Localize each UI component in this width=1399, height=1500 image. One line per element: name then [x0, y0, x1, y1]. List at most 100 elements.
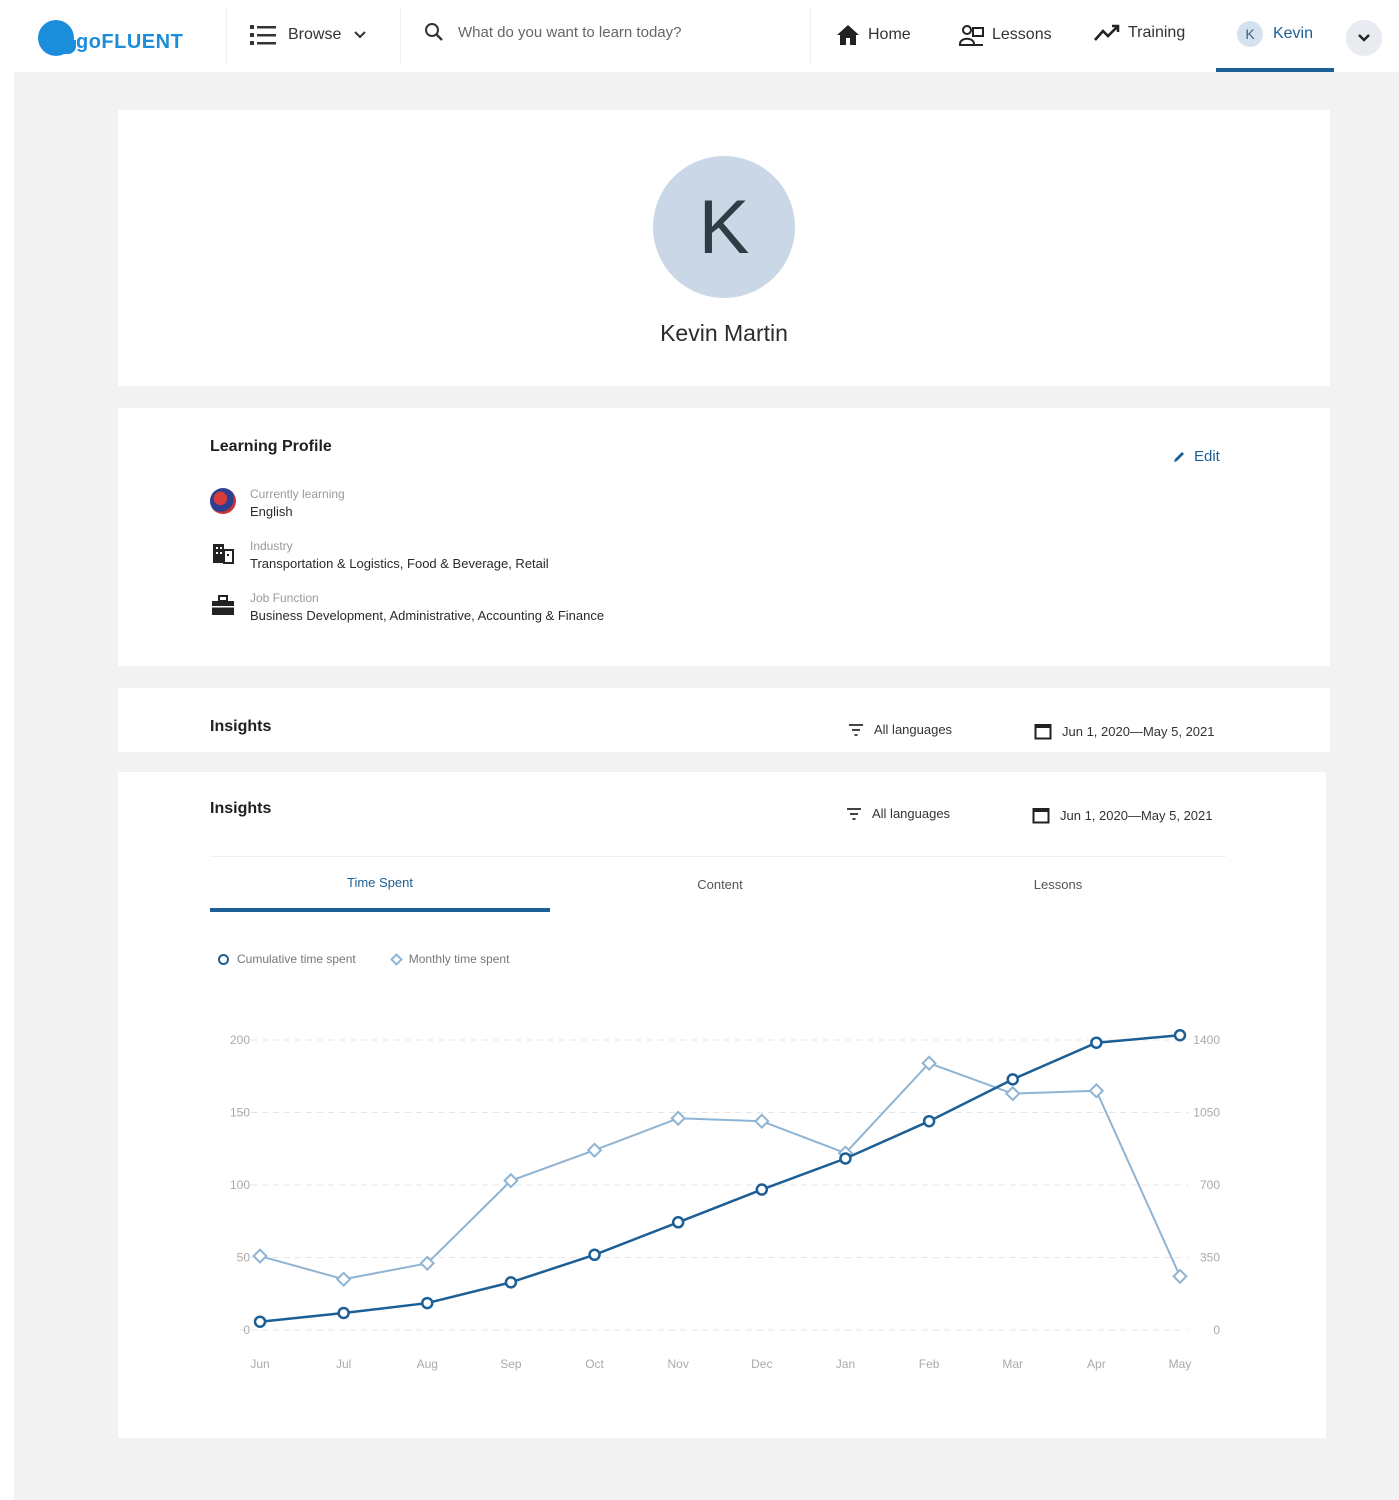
- flag-icon: [210, 488, 236, 514]
- search-bar: [424, 22, 804, 42]
- language-filter-label: All languages: [874, 722, 953, 737]
- x-tick-label: May: [1169, 1357, 1192, 1371]
- account-dropdown-button[interactable]: [1346, 20, 1382, 56]
- x-tick-label: Aug: [417, 1357, 438, 1371]
- y-right-tick-label: 350: [1200, 1251, 1220, 1265]
- cumulative-point: [755, 1183, 769, 1196]
- trending-up-icon: [1094, 24, 1120, 41]
- y-right-tick-label: 1400: [1193, 1033, 1220, 1047]
- x-tick-label: Jun: [250, 1357, 269, 1371]
- y-left-tick-label: 200: [230, 1033, 250, 1047]
- nav-divider: [400, 8, 401, 64]
- x-tick-label: Mar: [1002, 1357, 1023, 1371]
- x-tick-label: Dec: [751, 1357, 772, 1371]
- cumulative-point: [671, 1216, 685, 1229]
- insights-strip-title: Insights: [210, 718, 272, 735]
- nav-training-label: Training: [1128, 24, 1186, 41]
- list-icon: [250, 25, 276, 45]
- pencil-icon: [1174, 451, 1184, 462]
- x-tick-label: Nov: [668, 1357, 689, 1371]
- building-icon: [210, 540, 236, 566]
- learning-profile-title: Learning Profile: [210, 438, 332, 455]
- monthly-series-line: [259, 1062, 1181, 1281]
- time-spent-chart: 0 50 100 150 200 0 350 700 1050 1400 Jun Jul Aug Sep O…: [230, 1028, 1220, 1371]
- chevron-down-icon: [354, 31, 367, 39]
- lp-label: Currently learning: [250, 487, 345, 501]
- y-right-tick-label: 700: [1200, 1178, 1220, 1192]
- lp-value: English: [250, 504, 293, 519]
- briefcase-icon: [210, 592, 236, 618]
- cumulative-point: [922, 1114, 936, 1128]
- monthly-point: [586, 1142, 603, 1158]
- y-right-tick-label: 1050: [1193, 1106, 1220, 1120]
- y-left-tick-label: 50: [237, 1251, 251, 1265]
- language-filter[interactable]: All languages: [848, 722, 952, 737]
- user-avatar-small: K: [1236, 21, 1263, 47]
- calendar-icon: [1034, 724, 1052, 740]
- nav-training[interactable]: Training: [1094, 24, 1185, 42]
- cumulative-point: [421, 1296, 434, 1310]
- y-left-tick-label: 0: [243, 1323, 250, 1337]
- cumulative-point: [337, 1306, 350, 1320]
- monthly-point: [252, 1248, 268, 1264]
- x-tick-label: Sep: [500, 1357, 522, 1371]
- monthly-point: [1004, 1085, 1021, 1102]
- filter-icon: [849, 723, 863, 736]
- x-tick-label: Apr: [1087, 1357, 1106, 1371]
- cumulative-point: [839, 1152, 852, 1165]
- date-range-label: Jun 1, 2020—May 5, 2021: [1062, 723, 1215, 739]
- nav-divider: [810, 8, 811, 64]
- insights-card: Insights All languages Jun 1, 2020—May 5…: [118, 772, 1326, 1438]
- cumulative-point: [1090, 1036, 1103, 1049]
- search-icon: [425, 23, 443, 41]
- nav-lessons[interactable]: Lessons: [958, 24, 1052, 46]
- lp-value: Transportation & Logistics, Food & Bever…: [250, 556, 549, 571]
- job-function-row: Job Function Business Development, Admin…: [210, 590, 604, 626]
- nav-user-profile[interactable]: K Kevin: [1216, 0, 1334, 72]
- x-tick-label: Oct: [585, 1357, 604, 1371]
- search-input[interactable]: [458, 23, 778, 41]
- monthly-point: [335, 1271, 352, 1288]
- cumulative-point: [588, 1248, 601, 1262]
- cumulative-point: [1173, 1028, 1187, 1042]
- monthly-point: [670, 1110, 686, 1127]
- edit-profile-button[interactable]: Edit: [1172, 448, 1220, 465]
- profile-avatar: K: [653, 156, 795, 298]
- date-range-picker[interactable]: Jun 1, 2020—May 5, 2021: [1034, 722, 1215, 740]
- monthly-point: [754, 1113, 770, 1129]
- cumulative-point: [1006, 1073, 1019, 1086]
- nav-lessons-label: Lessons: [992, 26, 1052, 43]
- lessons-icon: [959, 25, 984, 46]
- edit-label: Edit: [1194, 448, 1220, 465]
- nav-home[interactable]: Home: [836, 24, 911, 46]
- gofluent-logo[interactable]: goFLUENT: [38, 18, 183, 58]
- x-tick-label: Jul: [336, 1357, 351, 1371]
- insights-header-card: Insights All languages Jun 1, 2020—May 5…: [118, 688, 1330, 752]
- browse-menu-button[interactable]: Browse: [250, 24, 367, 46]
- y-left-tick-label: 100: [230, 1178, 250, 1192]
- nav-home-label: Home: [868, 26, 911, 43]
- top-navigation: goFLUENT Browse Home Lessons Training K …: [0, 0, 1399, 72]
- monthly-point: [1172, 1268, 1188, 1285]
- learning-profile-card: Learning Profile Edit Currently learning…: [118, 408, 1330, 666]
- profile-name: Kevin Martin: [660, 320, 788, 346]
- lp-label: Job Function: [250, 591, 319, 605]
- cumulative-point: [504, 1276, 518, 1289]
- y-left-tick-label: 150: [230, 1106, 250, 1120]
- x-tick-label: Feb: [919, 1357, 940, 1371]
- lp-label: Industry: [250, 539, 293, 553]
- industry-row: Industry Transportation & Logistics, Foo…: [210, 538, 549, 574]
- logo-text: goFLUENT: [76, 30, 184, 53]
- home-icon: [837, 25, 859, 45]
- monthly-point: [1088, 1082, 1105, 1099]
- cumulative-series-line: [259, 1033, 1181, 1323]
- lp-value: Business Development, Administrative, Ac…: [250, 608, 605, 623]
- nav-user-label: Kevin: [1272, 25, 1314, 42]
- browse-label: Browse: [288, 26, 342, 43]
- chevron-down-icon: [1358, 34, 1370, 42]
- cumulative-point: [253, 1315, 267, 1328]
- x-tick-label: Jan: [836, 1357, 855, 1371]
- logo-mark-icon: [38, 20, 76, 56]
- y-right-tick-label: 0: [1213, 1323, 1220, 1337]
- profile-card: K Kevin Martin: [118, 110, 1330, 386]
